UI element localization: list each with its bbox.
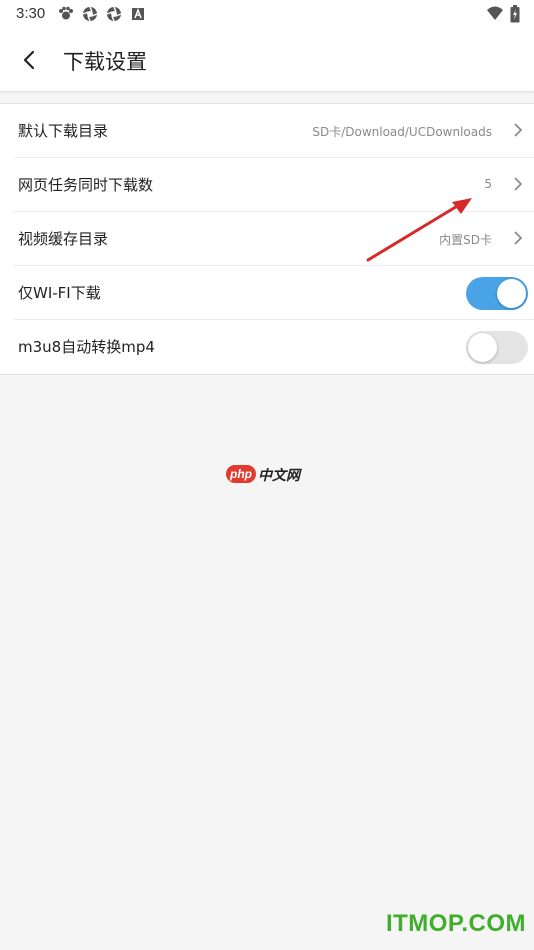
page-title: 下载设置 — [63, 50, 147, 74]
status-time: 3:30 — [16, 5, 46, 22]
itmop-watermark: ITMOP.COM — [385, 910, 526, 937]
wifi-icon — [486, 6, 504, 26]
setting-wifi-only: 仅WI-FI下载 — [14, 266, 534, 320]
battery-charging-icon — [510, 5, 520, 27]
setting-m3u8-convert: m3u8自动转换mp4 — [14, 320, 534, 374]
setting-default-download-dir[interactable]: 默认下载目录 SD卡/Download/UCDownloads — [14, 104, 534, 158]
setting-value: SD卡/Download/UCDownloads — [312, 125, 492, 139]
aperture-icon — [106, 6, 122, 22]
chevron-right-icon — [514, 123, 523, 137]
aperture-icon — [82, 6, 98, 22]
app-bar: 下载设置 — [0, 28, 534, 92]
paw-icon — [58, 6, 74, 22]
annotation-arrow — [366, 198, 472, 262]
toggle-knob — [468, 333, 497, 362]
setting-label: 网页任务同时下载数 — [18, 176, 154, 194]
setting-label: 视频缓存目录 — [18, 230, 109, 248]
php-watermark: php 中文网 — [226, 464, 310, 486]
status-system-icons — [486, 5, 520, 27]
setting-value: 5 — [484, 177, 492, 191]
chevron-right-icon — [514, 177, 523, 191]
chevron-right-icon — [514, 231, 523, 245]
back-arrow-icon — [23, 50, 35, 70]
a-icon — [130, 6, 146, 22]
setting-label: 仅WI-FI下载 — [18, 284, 101, 302]
toggle-knob — [497, 279, 526, 308]
m3u8-convert-toggle[interactable] — [466, 331, 528, 364]
status-bar: 3:30 — [0, 0, 534, 28]
back-button[interactable] — [14, 44, 46, 76]
wifi-only-toggle[interactable] — [466, 277, 528, 310]
status-notification-icons — [58, 6, 146, 22]
php-badge: php — [226, 465, 256, 483]
php-text: 中文网 — [258, 468, 300, 484]
setting-label: m3u8自动转换mp4 — [18, 338, 155, 356]
setting-label: 默认下载目录 — [18, 122, 109, 140]
